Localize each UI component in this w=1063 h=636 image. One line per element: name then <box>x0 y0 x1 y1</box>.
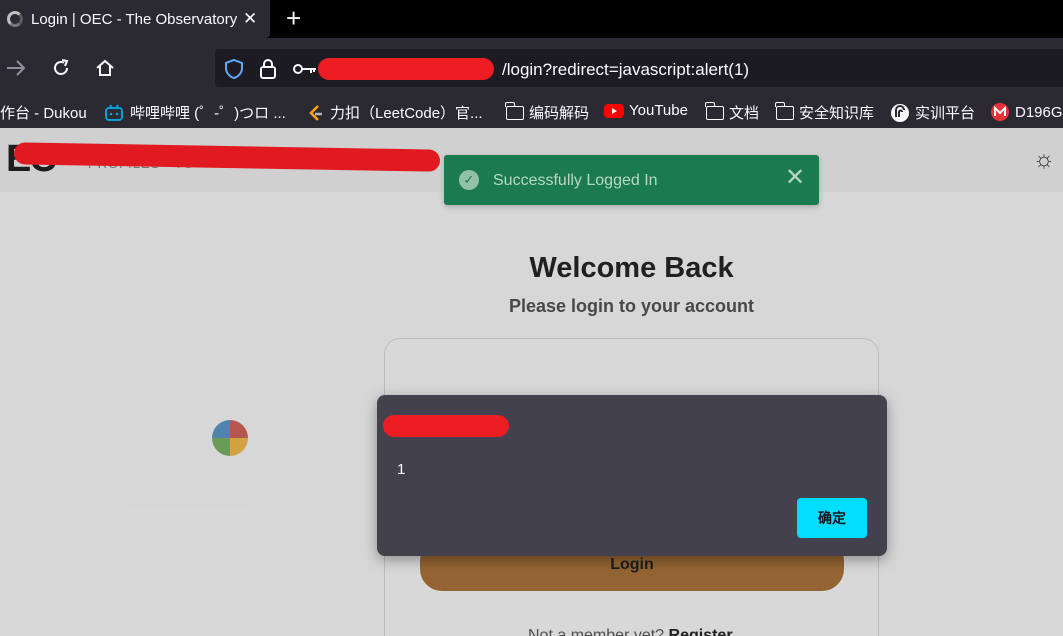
bookmark-item[interactable]: 力扣（LeetCode）官... <box>308 102 483 123</box>
new-tab-icon[interactable]: + <box>286 3 301 34</box>
bookmark-item[interactable]: 实训平台 <box>890 102 975 123</box>
site-icon <box>891 103 909 122</box>
web-page: EC PROFILES · TO · · · · · · · · · · · A… <box>0 128 1063 636</box>
bookmarks-bar: 作台 - Dukou 哔哩哔哩 (゜-゜)つロ ... 力扣（LeetCode）… <box>0 96 1063 128</box>
browser-navbar: /login?redirect=javascript:alert(1) <box>0 38 1063 96</box>
folder-icon <box>505 101 524 120</box>
bookmark-item[interactable]: D196G <box>990 102 1063 122</box>
youtube-icon <box>604 103 624 118</box>
tab-close-icon[interactable]: ✕ <box>243 9 257 29</box>
bookmark-folder[interactable]: 安全知识库 <box>775 101 874 123</box>
url-text[interactable]: /login?redirect=javascript:alert(1) <box>502 60 749 80</box>
folder-icon <box>705 101 724 120</box>
browser-tab-active[interactable]: Login | OEC - The Observatory of Economi… <box>0 0 270 38</box>
bookmark-item[interactable]: 哔哩哔哩 (゜-゜)つロ ... <box>104 102 286 123</box>
tab-title: Login | OEC - The Observatory of Economi… <box>31 10 237 28</box>
success-toast: ✓ Successfully Logged In ✕ <box>444 155 819 205</box>
alert-message: 1 <box>397 461 406 478</box>
toast-close-icon[interactable]: ✕ <box>785 166 805 190</box>
alert-dialog: 1 确定 <box>377 395 887 556</box>
bookmark-folder[interactable]: 文档 <box>705 101 759 123</box>
redaction-mark <box>383 415 509 437</box>
browser-tabstrip: Login | OEC - The Observatory of Economi… <box>0 0 1063 38</box>
m-icon <box>991 103 1009 121</box>
folder-icon <box>775 101 794 120</box>
leetcode-icon <box>309 104 322 121</box>
bookmark-item[interactable]: YouTube <box>604 102 688 119</box>
home-icon[interactable] <box>95 58 115 78</box>
loading-spinner-icon <box>7 11 23 27</box>
reload-icon[interactable] <box>51 58 71 78</box>
key-icon[interactable] <box>293 62 317 76</box>
forward-arrow-icon[interactable] <box>6 59 26 77</box>
lock-icon[interactable] <box>259 58 277 80</box>
check-circle-icon: ✓ <box>459 170 479 190</box>
bookmark-item[interactable]: 作台 - Dukou <box>0 102 87 123</box>
screenshot-root: Login | OEC - The Observatory of Economi… <box>0 0 1063 636</box>
bilibili-icon <box>105 103 123 121</box>
redaction-mark <box>318 58 494 80</box>
alert-ok-button[interactable]: 确定 <box>797 498 867 538</box>
bookmark-folder[interactable]: 编码解码 <box>505 101 589 123</box>
toast-message: Successfully Logged In <box>493 172 658 189</box>
shield-icon[interactable] <box>223 58 245 80</box>
